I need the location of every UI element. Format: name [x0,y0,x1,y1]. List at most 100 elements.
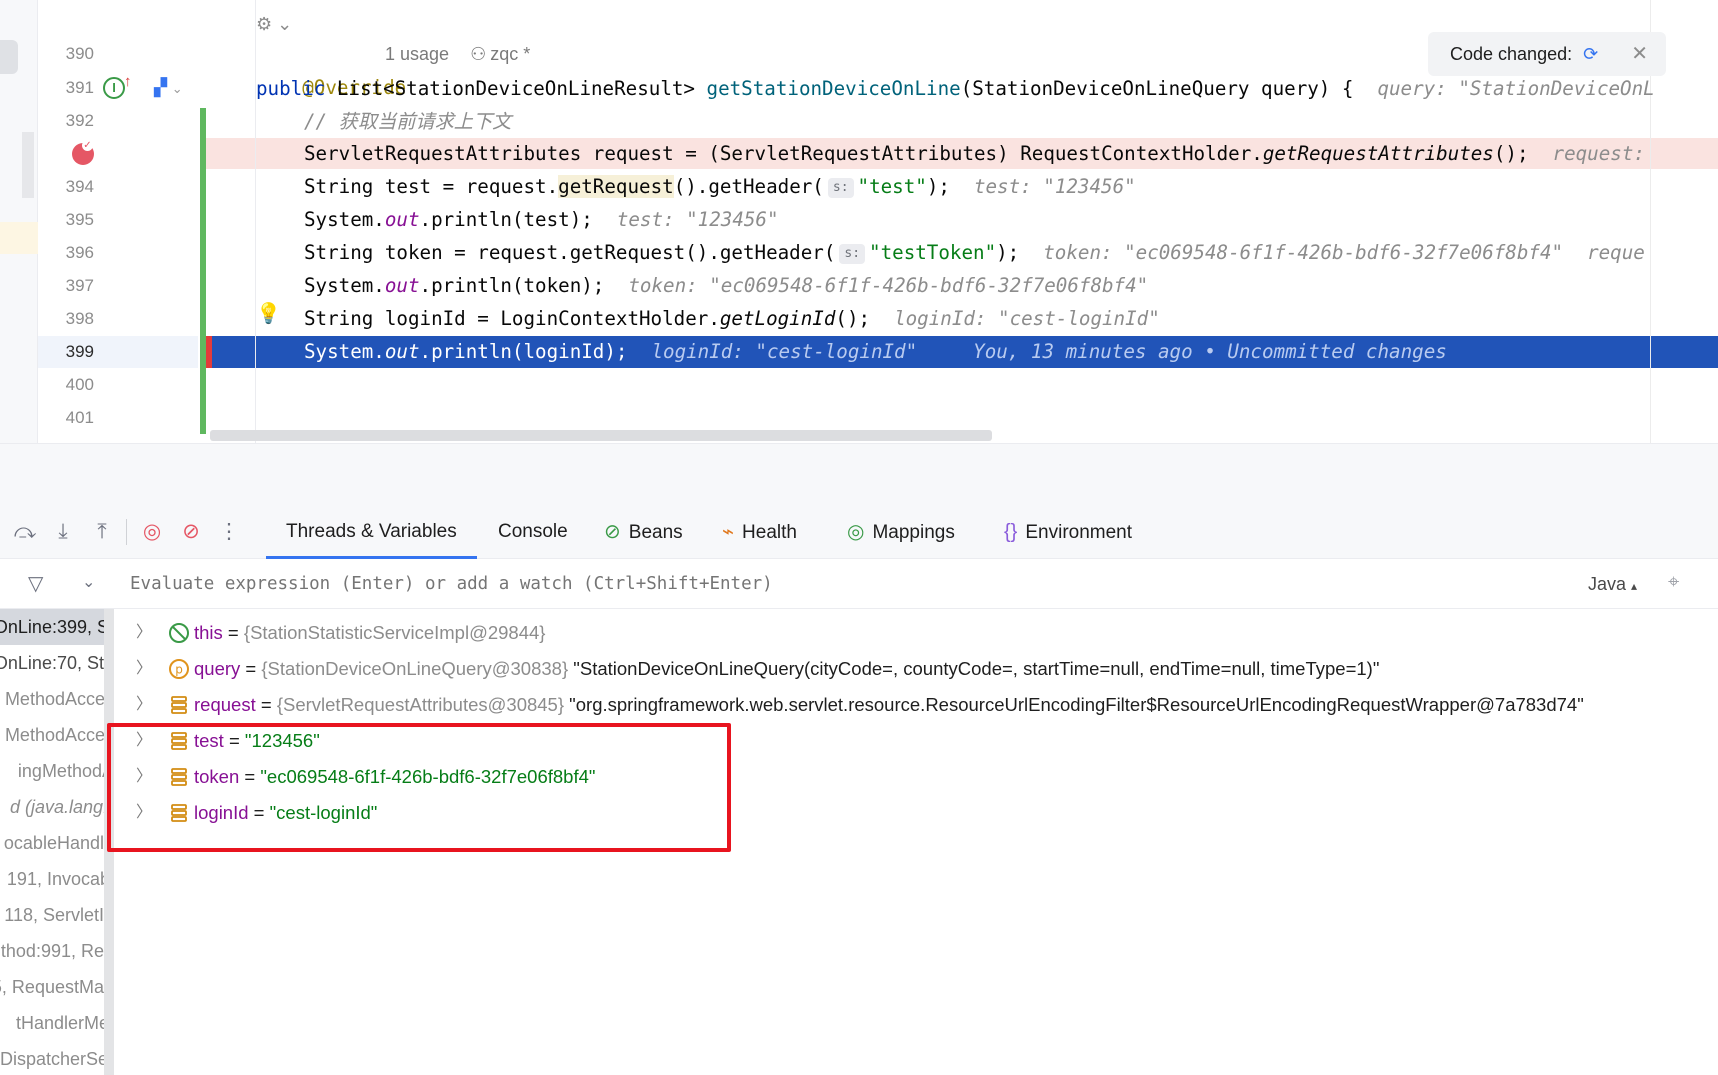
environment-icon: {} [1004,521,1018,543]
code-line-390[interactable]: @Override [256,40,406,99]
hot-swap-icon[interactable]: ⟳ [1583,44,1598,64]
frame-item[interactable]: ingMethodA [0,753,113,789]
add-watch-icon[interactable]: ⌖ [1668,571,1679,594]
this-icon [169,623,189,643]
code-line-399[interactable]: System.out.println(loginId); loginId: "ce… [256,336,1447,368]
user-icon: ⚇ [470,44,487,64]
execution-line-marker [206,336,212,368]
mappings-icon: ◎ [847,521,865,543]
svg-text:p: p [175,663,183,677]
chevron-right-icon[interactable]: 〉 [136,615,152,651]
bookmark-stripe [22,132,34,198]
code-line-398[interactable]: String loginId = LoginContextHolder.getL… [256,303,1160,335]
method-meta: 1 usage ⚇ zqc * [385,44,562,65]
checkmark-icon: ✓ [82,140,93,151]
step-over-icon[interactable]: ⤼ [10,517,40,547]
code-line-394[interactable]: String test = request.getRequest().getHe… [256,171,1136,203]
line-number[interactable]: 398 [38,309,94,329]
mapping-endpoint-icon[interactable]: ▞ ⌄ [154,78,183,98]
frames-list[interactable]: OnLine:399, St OnLine:70, Sta MethodAcce… [0,609,114,1075]
implements-method-icon[interactable]: I [103,77,125,99]
tab-environment[interactable]: {} Environment [1004,505,1132,559]
code-line-391[interactable]: public List<StationDeviceOnLineResult> g… [256,73,1655,105]
frame-item[interactable]: MethodAcces [0,717,113,753]
line-number-current[interactable]: 399 [38,342,94,362]
line-number[interactable]: 401 [38,408,94,428]
step-out-icon[interactable]: ⤒ [87,517,117,547]
line-number[interactable]: 397 [38,276,94,296]
git-blame-hint: You, 13 minutes ago • Uncommitted change… [973,340,1447,363]
line-number[interactable]: 395 [38,210,94,230]
inline-value-hint: request: [1552,142,1645,165]
frame-item[interactable]: 118, ServletIn [0,897,113,933]
close-icon[interactable]: ✕ [1631,32,1648,76]
view-breakpoints-icon[interactable]: ◎ [137,517,167,547]
inline-value-hint: token: "ec069548-6f1f-426b-bdf6-32f7e06f… [628,274,1149,297]
ai-assist-icon[interactable]: ⚙ ⌄ [256,14,292,35]
marker-stripe [0,222,38,254]
code-changed-notice[interactable]: Code changed: ⟳ ✕ [1428,32,1666,76]
line-number[interactable]: 390 [38,44,94,64]
code-editor[interactable]: 390 391 392 394 395 396 397 398 399 400 … [0,0,1718,446]
frame-item[interactable]: 5, RequestMap [0,969,113,1005]
inline-value-hint: query: "StationDeviceOnL [1377,77,1655,100]
more-options-icon[interactable]: ⋮ [214,517,244,547]
frame-item[interactable]: tHandlerMet [0,1005,113,1041]
inline-value-hint: loginId: "cest-loginId" [651,340,918,363]
editor-left-strip [0,0,38,446]
chevron-right-icon[interactable]: 〉 [136,687,152,723]
tab-health[interactable]: ⌁ Health [722,505,797,559]
inline-value-hint: test: "123456" [973,175,1136,198]
toolbar-separator [126,519,127,545]
code-line-393[interactable]: ServletRequestAttributes request = (Serv… [256,138,1645,170]
chevron-right-icon[interactable]: 〉 [136,651,152,687]
vcs-change-marker[interactable] [200,108,206,434]
parameter-hint: s: [839,244,866,264]
code-line-392[interactable]: // 获取当前请求上下文 [256,106,511,138]
frame-item[interactable]: MethodAcces [0,681,113,717]
line-number[interactable]: 394 [38,177,94,197]
debug-toolbar: ⤼ ⤓ ⤒ ◎ ⊘ ⋮ Threads & Variables Console … [0,505,1718,559]
tool-window-stripe[interactable] [0,40,18,74]
highlight-annotation-box [107,723,731,852]
code-line-397[interactable]: System.out.println(token); token: "ec0695… [256,270,1148,302]
horizontal-scrollbar[interactable] [210,430,992,441]
step-into-icon[interactable]: ⤓ [48,517,78,547]
code-line-395[interactable]: System.out.println(test); test: "123456" [256,204,779,236]
inline-value-hint: test: "123456" [616,208,779,231]
evaluate-expression-input[interactable] [130,559,1230,609]
frame-item[interactable]: d (java.lang.r [0,789,113,825]
inline-value-hint: loginId: "cest-loginId" [894,307,1160,330]
tab-console[interactable]: Console [498,505,568,559]
parameter-icon: p [169,659,189,679]
frame-item[interactable]: thod:991, Req [0,933,113,969]
frame-item[interactable]: 191, Invocabl [0,861,113,897]
tab-threads-variables[interactable]: Threads & Variables [266,505,477,559]
panel-divider[interactable] [0,443,1718,505]
frame-item[interactable]: ocableHandle [0,825,113,861]
chevron-down-icon[interactable]: ⌄ [82,572,95,592]
line-number[interactable]: 396 [38,243,94,263]
code-line-396[interactable]: String token = request.getRequest().getH… [256,237,1645,269]
tab-beans[interactable]: ⊘ Beans [604,505,683,559]
health-icon: ⌁ [722,521,735,543]
parameter-hint: s: [827,178,854,198]
filter-icon[interactable]: ▽ [28,571,43,596]
frame-item[interactable]: DispatcherSer [0,1041,113,1075]
line-number[interactable]: 391 [38,78,94,98]
breakpoint-icon[interactable]: ✓ [72,140,94,165]
author-info[interactable]: ⚇ zqc * [470,44,546,64]
inline-value-hint: reque [1587,241,1645,264]
inline-value-hint: token: "ec069548-6f1f-426b-bdf6-32f7e06f… [1043,241,1564,264]
language-selector[interactable]: Java ▴ [1588,559,1637,611]
tab-mappings[interactable]: ◎ Mappings [847,505,955,559]
caret-icon: ▴ [1631,579,1638,593]
arrow-up-icon[interactable]: ↑ [124,73,132,90]
frame-item[interactable]: OnLine:399, St [0,609,113,645]
line-number[interactable]: 400 [38,375,94,395]
beans-icon: ⊘ [604,521,621,543]
evaluate-bar: ▽ ⌄ Java ▴ ⌖ [0,559,1718,609]
line-number[interactable]: 392 [38,111,94,131]
mute-breakpoints-icon[interactable]: ⊘ [176,517,206,547]
frame-item[interactable]: OnLine:70, Sta [0,645,113,681]
